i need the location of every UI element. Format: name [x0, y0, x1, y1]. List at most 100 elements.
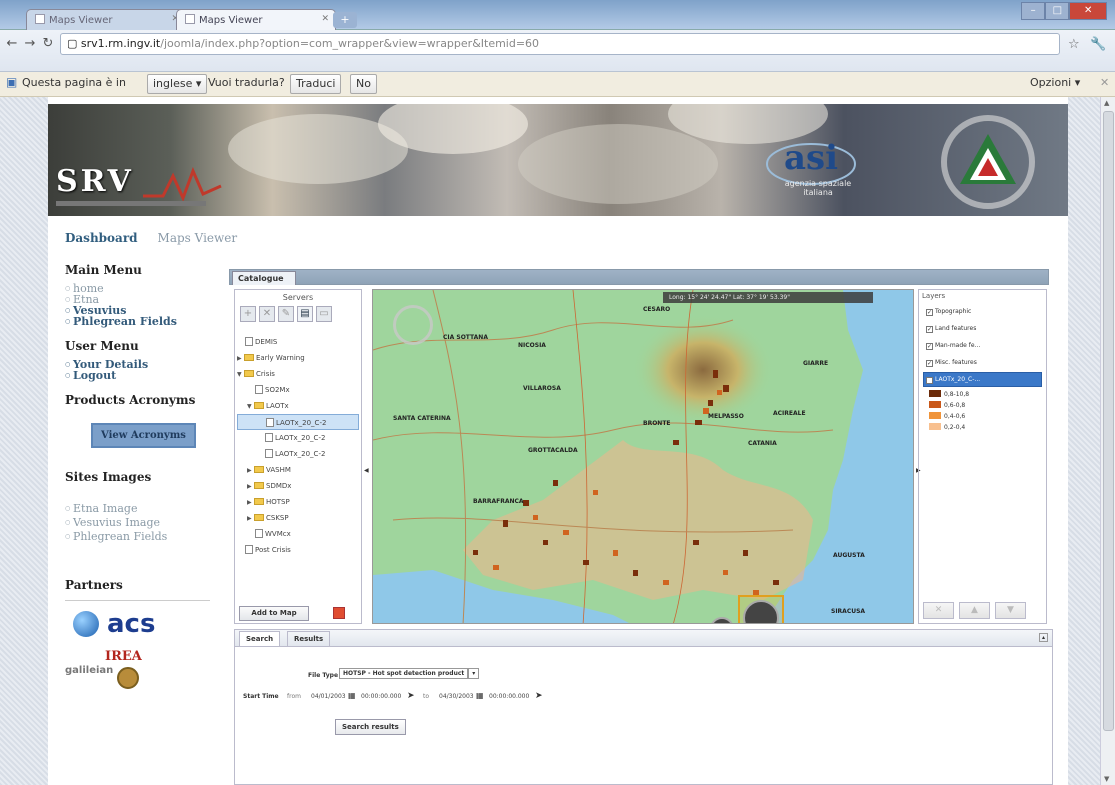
globe-icon — [73, 611, 99, 637]
delete-layer-button[interactable]: ✕ — [923, 602, 954, 619]
collapsed-arrow-icon[interactable]: ▶ — [237, 351, 244, 367]
tree-node[interactable]: SO2Mx — [237, 382, 359, 398]
tree-node[interactable]: LAOTx_20_C-2 — [237, 446, 359, 462]
add-to-map-button[interactable]: Add to Map — [239, 606, 309, 621]
tree-node[interactable]: ▶ HOTSP — [237, 494, 359, 510]
map-label: GIARRE — [803, 360, 829, 367]
checkbox[interactable]: ✓ — [926, 343, 933, 350]
options-menu[interactable]: Opzioni ▾ — [1030, 76, 1080, 89]
breadcrumb-maps-viewer[interactable]: Maps Viewer — [158, 231, 238, 245]
to-date[interactable]: 04/30/2003 — [439, 693, 474, 700]
site-phlegrean-fields[interactable]: Phlegrean Fields — [65, 530, 225, 544]
window-close-button[interactable]: ✕ — [1069, 2, 1107, 20]
scroll-up-icon[interactable]: ▲ — [1104, 99, 1109, 107]
layer-laotx[interactable]: ✓ LAOTx_20_C-... — [923, 372, 1042, 387]
checkbox[interactable]: ✓ — [926, 377, 933, 384]
tree-node-label: Early Warning — [256, 354, 305, 362]
edit-icon[interactable]: ✎ — [278, 306, 294, 322]
tab-catalogue[interactable]: Catalogue — [232, 271, 296, 285]
tree-node[interactable]: WVMcx — [237, 526, 359, 542]
tab-maps-viewer-2[interactable]: Maps Viewer ✕ — [176, 9, 336, 31]
catalogue-panel: Servers + ✕ ✎ ▤ ▭ DEMIS ▶ Early Warning ▼ Cr… — [234, 289, 362, 624]
address-bar[interactable]: ▢ srv1.rm.ingv.it/joomla/index.php?optio… — [60, 33, 1060, 55]
breadcrumb-dashboard[interactable]: Dashboard — [65, 231, 138, 245]
tree-node[interactable]: ▼ LAOTx — [237, 398, 359, 414]
tree-node[interactable]: ▶ SDMDx — [237, 478, 359, 494]
close-tab-icon[interactable]: ✕ — [321, 14, 329, 24]
save-icon[interactable]: ▤ — [297, 306, 313, 322]
map-view[interactable]: Long: 15° 24' 24.47" Lat: 37° 19' 53.39"… — [372, 289, 914, 624]
zoom-out-tool[interactable] — [738, 595, 784, 623]
menu-item-phlegrean-fields[interactable]: Phlegrean Fields — [65, 316, 225, 327]
checkbox[interactable]: ✓ — [926, 326, 933, 333]
pan-control[interactable] — [393, 305, 433, 345]
layer-land-features[interactable]: ✓ Land features — [923, 321, 1042, 336]
collapsed-arrow-icon[interactable]: ▶ — [247, 511, 254, 527]
collapse-left-icon[interactable]: ◀ — [364, 467, 369, 474]
map-label: VILLAROSA — [523, 385, 561, 392]
tab-maps-viewer-1[interactable]: Maps Viewer ✕ — [26, 9, 186, 31]
from-date[interactable]: 04/01/2003 — [311, 693, 346, 700]
close-translate-icon[interactable]: ✕ — [1100, 76, 1109, 89]
translate-button[interactable]: Traduci — [290, 74, 342, 94]
from-time[interactable]: 00:00:00.000 — [361, 693, 401, 700]
move-down-button[interactable]: ▼ — [995, 602, 1026, 619]
tree-node[interactable]: LAOTx_20_C-2 — [237, 430, 359, 446]
remove-layer-button[interactable] — [333, 607, 345, 619]
menu-item-logout[interactable]: Logout — [65, 370, 225, 381]
tree-node[interactable]: DEMIS — [237, 334, 359, 350]
remove-icon[interactable]: ✕ — [259, 306, 275, 322]
page-scrollbar[interactable]: ▲ ▼ — [1100, 97, 1115, 785]
folder-icon — [254, 466, 264, 473]
tree-node[interactable]: ▶ Early Warning — [237, 350, 359, 366]
tab-results[interactable]: Results — [287, 631, 331, 646]
site-vesuvius-image[interactable]: Vesuvius Image — [65, 516, 225, 530]
checkbox[interactable]: ✓ — [926, 360, 933, 367]
language-select[interactable]: inglese ▾ — [147, 74, 208, 94]
layers-panel: Layers ✓ Topographic ✓ Land features ✓ Man-… — [918, 289, 1047, 624]
tab-search[interactable]: Search — [239, 631, 281, 646]
collapse-panel-icon[interactable]: ▴ — [1039, 633, 1048, 642]
forward-icon[interactable]: → — [22, 36, 38, 52]
view-acronyms-button[interactable]: View Acronyms — [91, 423, 196, 448]
calendar-icon[interactable]: ▦ — [348, 691, 356, 700]
site-etna-image[interactable]: Etna Image — [65, 502, 225, 516]
layer-man-made-features[interactable]: ✓ Man-made fe... — [923, 338, 1042, 353]
search-results-button[interactable]: Search results — [335, 719, 406, 735]
tree-node[interactable]: ▼ Crisis — [237, 366, 359, 382]
zoom-in-icon[interactable] — [710, 617, 734, 623]
expanded-arrow-icon[interactable]: ▼ — [247, 399, 254, 415]
export-icon[interactable]: ▭ — [316, 306, 332, 322]
calendar-icon[interactable]: ▦ — [476, 691, 484, 700]
scrollbar-thumb[interactable] — [1103, 111, 1114, 731]
main-menu-title: Main Menu — [65, 263, 142, 277]
add-icon[interactable]: + — [240, 306, 256, 322]
layer-topographic[interactable]: ✓ Topographic — [923, 304, 1042, 319]
collapsed-arrow-icon[interactable]: ▶ — [247, 495, 254, 511]
tree-node[interactable]: ▶ VASHM — [237, 462, 359, 478]
back-icon[interactable]: ← — [4, 36, 20, 52]
reload-icon[interactable]: ↻ — [40, 36, 56, 52]
no-button[interactable]: No — [350, 74, 377, 94]
collapsed-arrow-icon[interactable]: ▶ — [247, 479, 254, 495]
maximize-button[interactable]: □ — [1045, 2, 1070, 20]
checkbox[interactable]: ✓ — [926, 309, 933, 316]
tree-node[interactable]: Post Crisis — [237, 542, 359, 558]
select-area-icon[interactable] — [788, 623, 806, 624]
tree-node[interactable]: ▶ CSKSP — [237, 510, 359, 526]
file-type-select[interactable]: HOTSP - Hot spot detection product — [339, 668, 469, 679]
bookmark-star-icon[interactable]: ☆ — [1068, 37, 1080, 52]
to-time[interactable]: 00:00:00.000 — [489, 693, 529, 700]
move-up-button[interactable]: ▲ — [959, 602, 990, 619]
scroll-down-icon[interactable]: ▼ — [1104, 775, 1109, 783]
layer-misc-features[interactable]: ✓ Misc. features — [923, 355, 1042, 370]
info-icon[interactable] — [688, 623, 706, 624]
expanded-arrow-icon[interactable]: ▼ — [237, 367, 244, 383]
asi-caption: agenzia spaziale italiana — [784, 179, 852, 197]
minimize-button[interactable]: – — [1021, 2, 1046, 20]
collapsed-arrow-icon[interactable]: ▶ — [247, 463, 254, 479]
dropdown-arrow-icon[interactable]: ▾ — [468, 668, 480, 679]
new-tab-button[interactable]: + — [333, 12, 357, 28]
tree-node[interactable]: LAOTx_20_C-2 — [237, 414, 359, 430]
wrench-menu-icon[interactable]: 🔧 — [1090, 37, 1106, 52]
